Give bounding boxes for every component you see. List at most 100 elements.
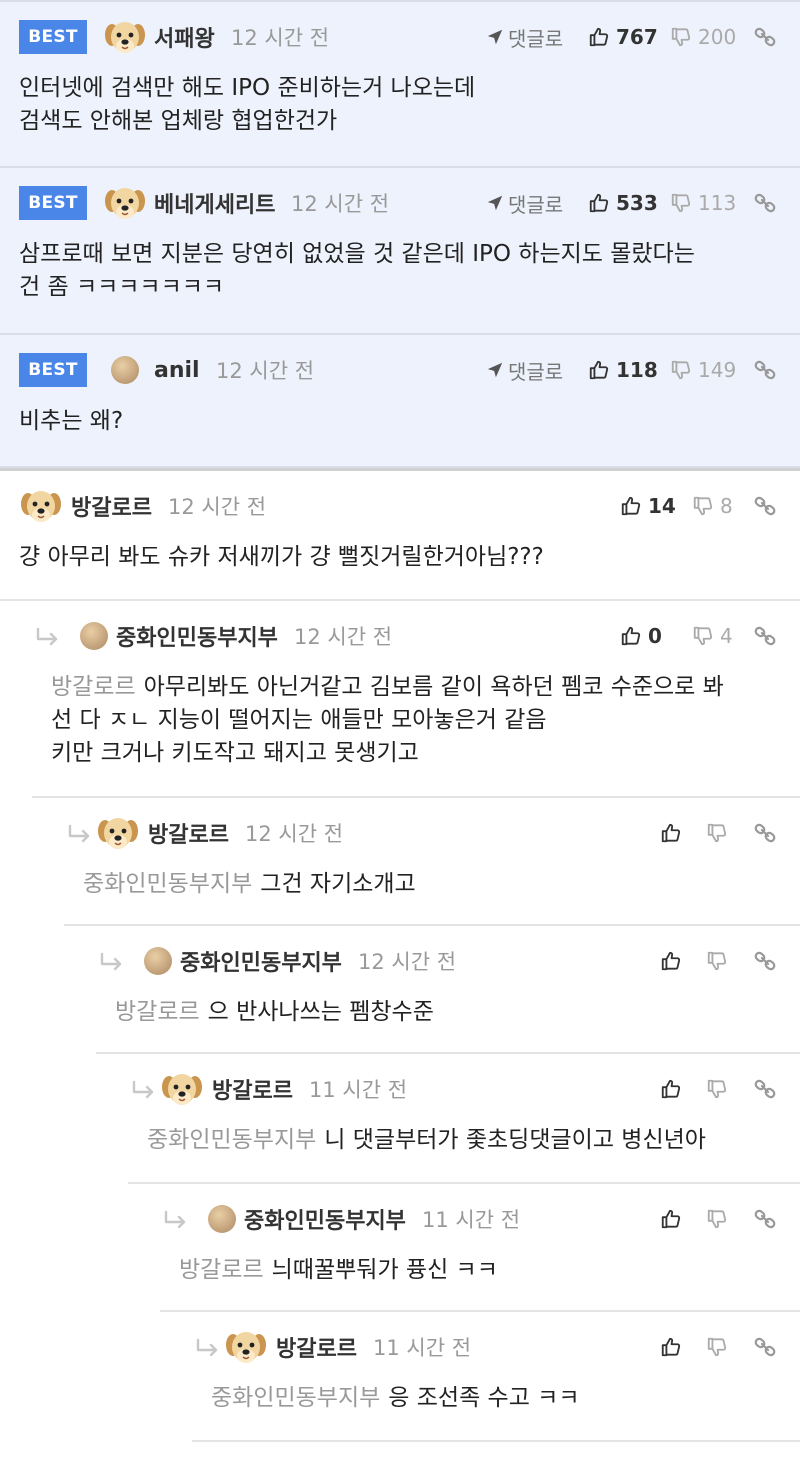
comment-body: 그건 자기소개고 bbox=[260, 871, 416, 897]
link-icon[interactable] bbox=[753, 25, 777, 49]
dislike-button[interactable] bbox=[706, 950, 734, 972]
reply-to-comment-button[interactable]: 댓글로 bbox=[486, 189, 563, 218]
link-icon[interactable] bbox=[753, 949, 777, 973]
author-name[interactable]: 중화인민동부지부 bbox=[244, 1203, 406, 1235]
send-icon bbox=[486, 194, 504, 212]
like-button[interactable] bbox=[660, 1208, 688, 1230]
link-icon[interactable] bbox=[753, 1335, 777, 1359]
link-icon[interactable] bbox=[753, 494, 777, 518]
dislike-count: 4 bbox=[720, 624, 733, 648]
thumbs-down-icon bbox=[670, 26, 692, 48]
comment-text: 비추는 왜? bbox=[19, 408, 124, 434]
like-button[interactable]: 533 bbox=[588, 191, 658, 215]
thumbs-up-icon bbox=[660, 950, 682, 972]
timestamp: 12 시간 전 bbox=[358, 950, 457, 974]
avatar bbox=[160, 1067, 204, 1111]
reply-to-comment-button[interactable]: 댓글로 bbox=[486, 356, 563, 385]
author-name[interactable]: 중화인민동부지부 bbox=[116, 620, 278, 652]
thumbs-down-icon bbox=[706, 822, 728, 844]
author-name[interactable]: 방갈로르 bbox=[148, 817, 229, 849]
thumbs-up-icon bbox=[588, 192, 610, 214]
mention-username[interactable]: 중화인민동부지부 bbox=[147, 1127, 316, 1153]
avatar bbox=[103, 15, 147, 59]
mention-username[interactable]: 방갈로르 bbox=[179, 1257, 264, 1283]
reply-to-comment-button[interactable]: 댓글로 bbox=[486, 23, 563, 52]
dislike-button[interactable] bbox=[706, 1336, 734, 1358]
link-icon[interactable] bbox=[753, 1207, 777, 1231]
like-button[interactable]: 118 bbox=[588, 358, 658, 382]
thumbs-up-icon bbox=[660, 822, 682, 844]
dislike-button[interactable] bbox=[706, 822, 734, 844]
avatar bbox=[103, 181, 147, 225]
thumbs-down-icon bbox=[706, 950, 728, 972]
link-icon[interactable] bbox=[753, 624, 777, 648]
dislike-button[interactable]: 8 bbox=[692, 494, 733, 518]
mention-username[interactable]: 방갈로르 bbox=[115, 999, 200, 1025]
mention-username[interactable]: 방갈로르 bbox=[51, 674, 136, 700]
dislike-button[interactable] bbox=[706, 1078, 734, 1100]
author-name[interactable]: 중화인민동부지부 bbox=[180, 945, 342, 977]
thumbs-down-icon bbox=[706, 1336, 728, 1358]
comment: 방갈로르 12 시간 전 중화인민동부지부 그건 자기소개고 bbox=[64, 798, 800, 926]
dislike-button[interactable] bbox=[706, 1208, 734, 1230]
like-button[interactable] bbox=[660, 1336, 688, 1358]
like-button[interactable]: 14 bbox=[620, 494, 676, 518]
dislike-count: 8 bbox=[720, 494, 733, 518]
author-name[interactable]: anil bbox=[154, 358, 200, 383]
comment-text: 인터넷에 검색만 해도 IPO 준비하는거 나오는데 검색도 안해본 업체랑 협… bbox=[19, 75, 476, 134]
avatar bbox=[72, 614, 116, 658]
comment-body: 으 반사나쓰는 펨창수준 bbox=[207, 999, 434, 1025]
like-count: 118 bbox=[616, 358, 658, 382]
like-button[interactable] bbox=[660, 822, 688, 844]
comment-header: 방갈로르 12 시간 전 14 8 bbox=[0, 471, 800, 541]
timestamp: 12 시간 전 bbox=[245, 822, 344, 846]
thumbs-down-icon bbox=[692, 625, 714, 647]
like-button[interactable]: 767 bbox=[588, 25, 658, 49]
send-icon bbox=[486, 361, 504, 379]
like-button[interactable] bbox=[660, 950, 688, 972]
author-name[interactable]: 방갈로르 bbox=[276, 1331, 357, 1363]
thumbs-down-icon bbox=[670, 359, 692, 381]
comment: 방갈로르 12 시간 전 14 8 걍 아무리 봐도 슈카 저새끼가 걍 뻘짓거릴… bbox=[0, 471, 800, 601]
timestamp: 12 시간 전 bbox=[216, 359, 315, 383]
avatar bbox=[136, 939, 180, 983]
comment-header: 중화인민동부지부 12 시간 전 0 4 bbox=[32, 601, 800, 671]
dislike-button[interactable]: 113 bbox=[670, 191, 736, 215]
comment-text: 중화인민동부지부 니 댓글부터가 좇초딩댓글이고 병신년아 bbox=[128, 1124, 800, 1179]
author-name[interactable]: 방갈로르 bbox=[212, 1073, 293, 1105]
avatar bbox=[96, 811, 140, 855]
best-badge: BEST bbox=[19, 353, 87, 387]
comment-header: 방갈로르 12 시간 전 bbox=[64, 798, 800, 868]
avatar bbox=[103, 348, 147, 392]
dislike-count: 149 bbox=[698, 358, 737, 382]
comment: 중화인민동부지부 12 시간 전 방갈로르 으 반사나쓰는 펨창수준 bbox=[96, 926, 800, 1054]
comment: 중화인민동부지부 12 시간 전 0 4 방갈로르 아무리봐도 아닌거같고 김보름 … bbox=[32, 601, 800, 798]
dislike-button[interactable]: 149 bbox=[670, 358, 736, 382]
like-count: 0 bbox=[648, 624, 662, 648]
timestamp: 11 시간 전 bbox=[309, 1078, 408, 1102]
author-name[interactable]: 베네게세리트 bbox=[154, 187, 275, 219]
like-button[interactable] bbox=[660, 1078, 688, 1100]
link-icon[interactable] bbox=[753, 191, 777, 215]
dislike-button[interactable]: 200 bbox=[670, 25, 736, 49]
thumbs-up-icon bbox=[660, 1336, 682, 1358]
link-icon[interactable] bbox=[753, 821, 777, 845]
author-name[interactable]: 서패왕 bbox=[154, 21, 215, 53]
mention-username[interactable]: 중화인민동부지부 bbox=[83, 871, 252, 897]
reply-arrow-icon bbox=[67, 824, 93, 846]
link-icon[interactable] bbox=[753, 1077, 777, 1101]
comment-body: 니 댓글부터가 좇초딩댓글이고 병신년아 bbox=[324, 1127, 706, 1153]
thumbs-down-icon bbox=[706, 1208, 728, 1230]
dislike-button[interactable]: 4 bbox=[692, 624, 733, 648]
author-name[interactable]: 방갈로르 bbox=[71, 490, 152, 522]
reply-arrow-icon bbox=[99, 952, 125, 974]
thumbs-up-icon bbox=[660, 1208, 682, 1230]
mention-username[interactable]: 중화인민동부지부 bbox=[211, 1385, 380, 1411]
thumbs-up-icon bbox=[588, 359, 610, 381]
comment-text: 방갈로르 늬때꿀뿌둬가 퓽신 ㅋㅋ bbox=[160, 1254, 800, 1309]
reply-label: 댓글로 bbox=[508, 359, 564, 384]
reply-arrow-icon bbox=[163, 1210, 189, 1232]
link-icon[interactable] bbox=[753, 358, 777, 382]
reply-label: 댓글로 bbox=[508, 26, 564, 51]
like-button[interactable]: 0 bbox=[620, 624, 662, 648]
